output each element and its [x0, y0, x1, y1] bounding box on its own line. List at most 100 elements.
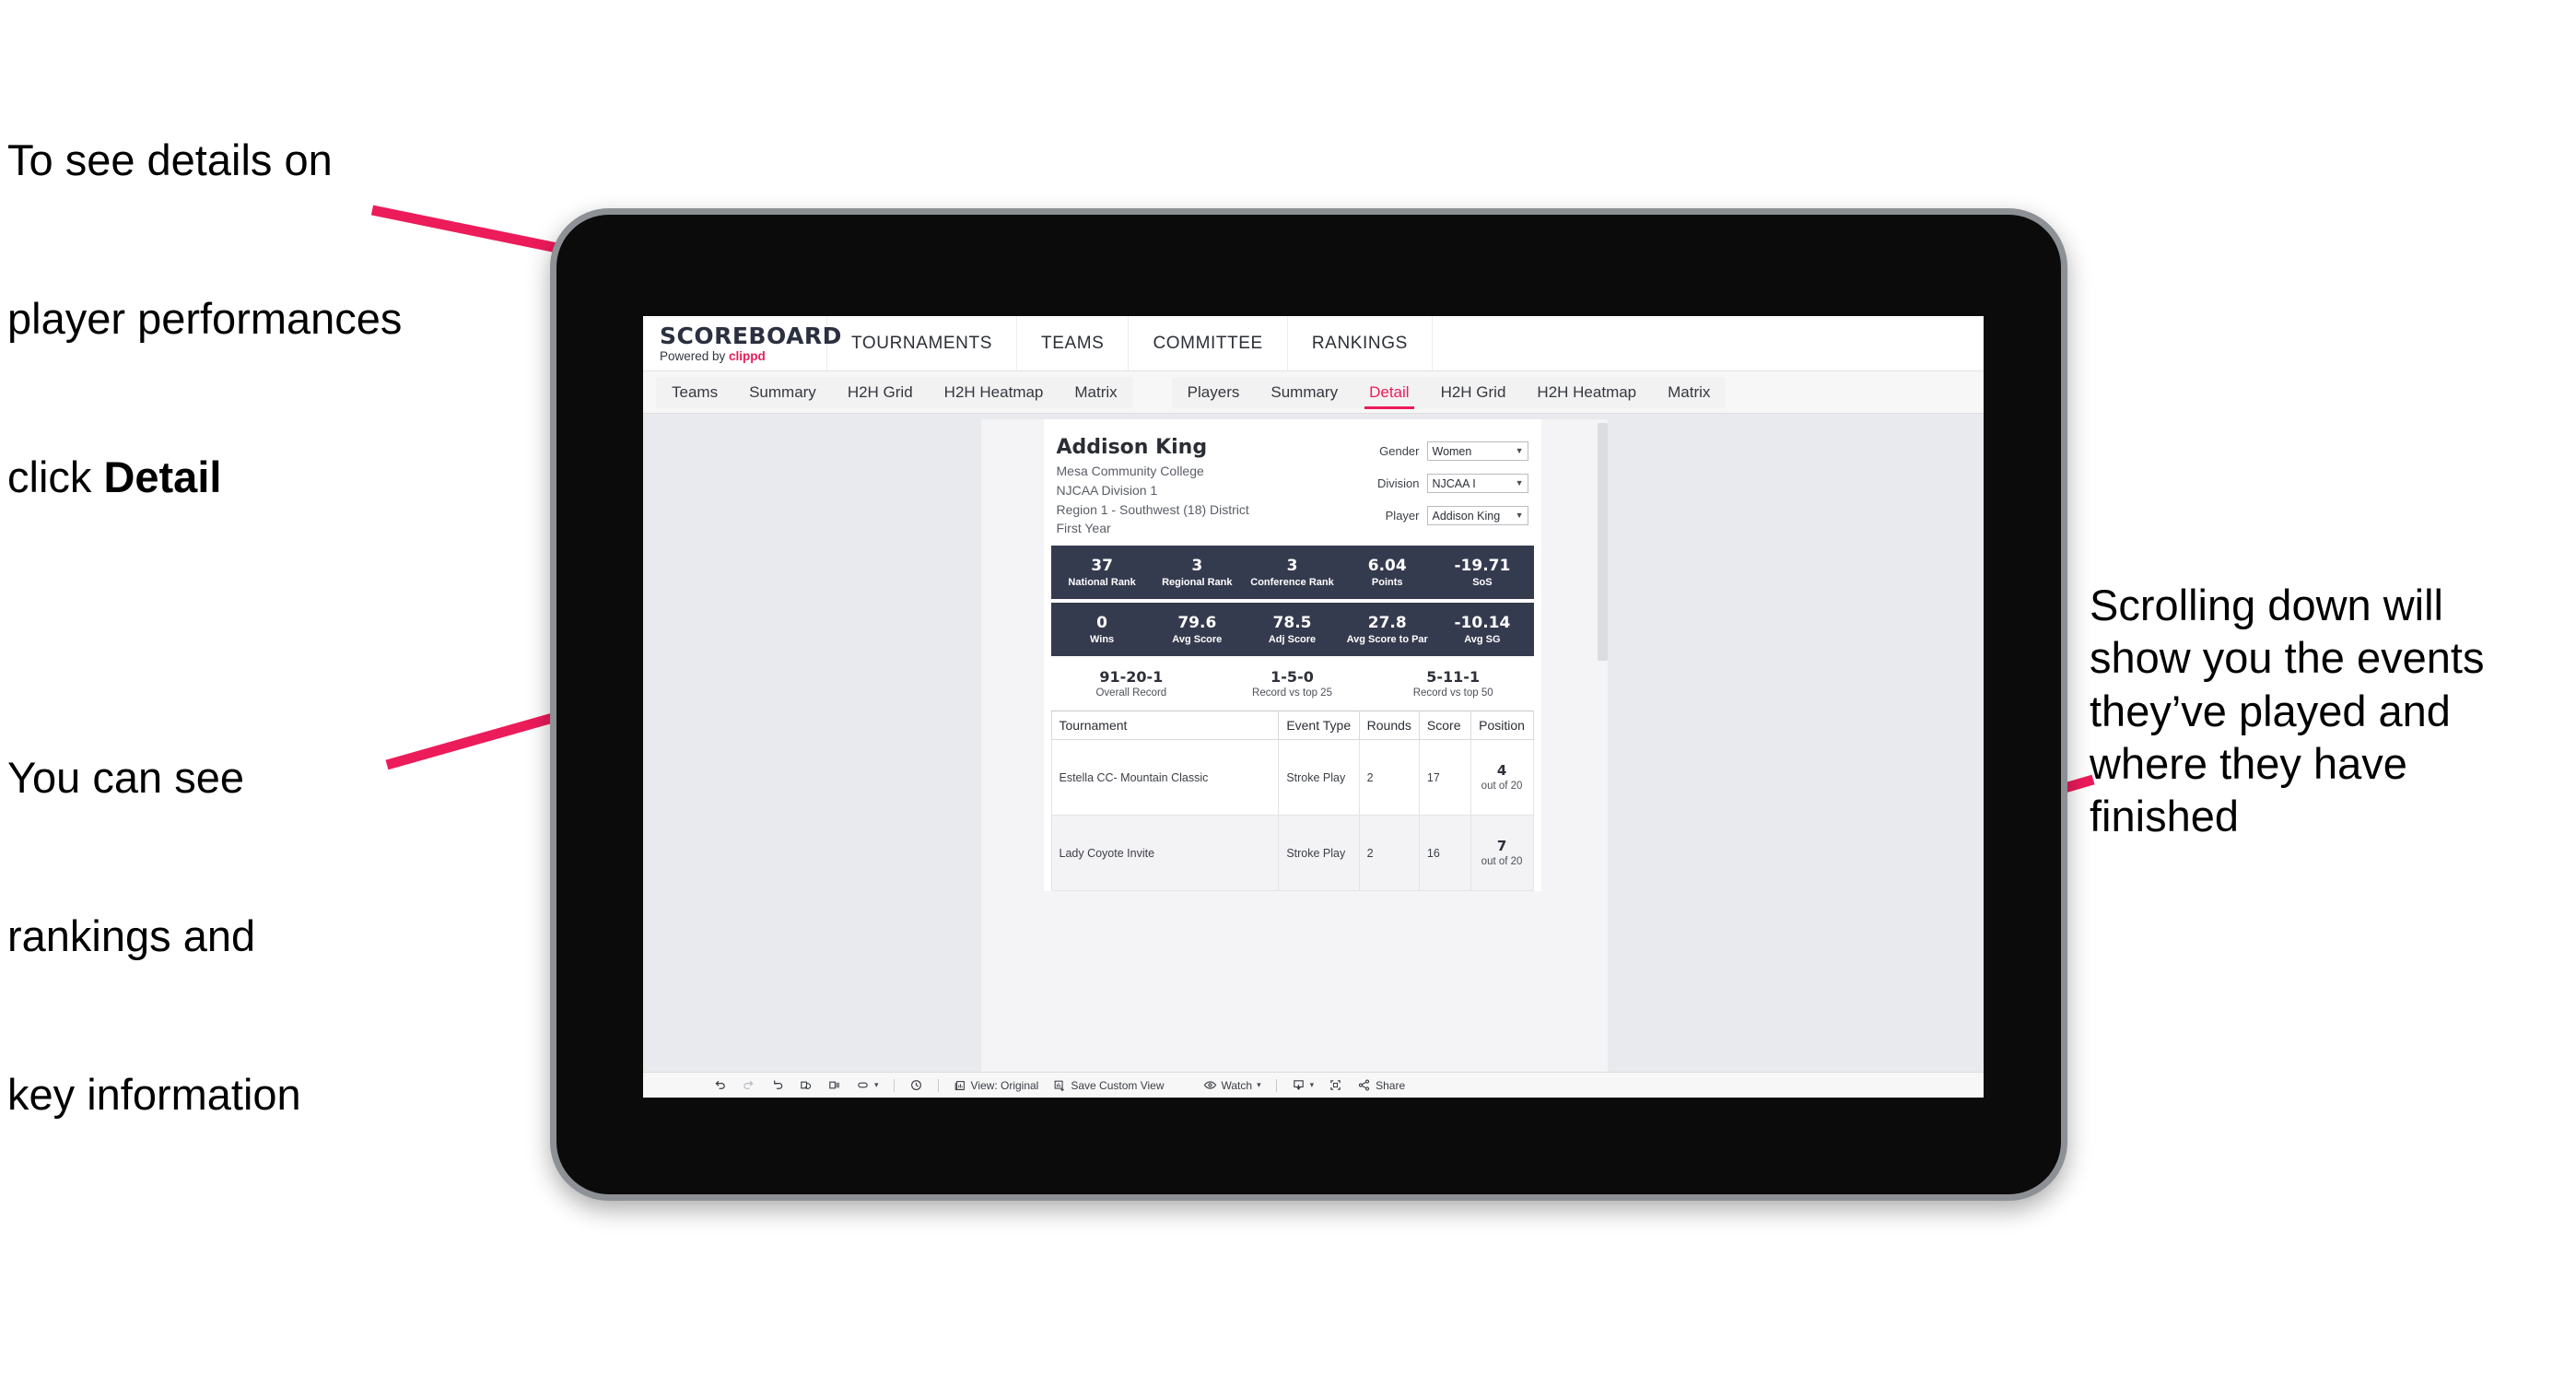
record-overall: 91-20-1 Overall Record — [1051, 668, 1212, 699]
cell-position: 7 out of 20 — [1469, 815, 1534, 892]
loop-dropdown-button[interactable]: ▾ — [849, 1075, 886, 1096]
brand-clippd: clippd — [729, 348, 766, 363]
column-header-rounds[interactable]: Rounds — [1358, 711, 1420, 741]
stat-sos-label: SoS — [1472, 576, 1493, 588]
stat-adj-score-value: 78.5 — [1272, 613, 1312, 632]
tab-players-summary[interactable]: Summary — [1255, 377, 1353, 408]
record-top50-label: Record vs top 50 — [1412, 687, 1493, 699]
tab-players-h2h-heatmap[interactable]: H2H Heatmap — [1521, 377, 1652, 408]
pause-button[interactable] — [820, 1075, 849, 1096]
table-row[interactable]: Estella CC- Mountain Classic Stroke Play… — [1050, 739, 1534, 816]
tab-teams-h2h-heatmap[interactable]: H2H Heatmap — [929, 377, 1060, 408]
chevron-down-icon: ▾ — [1257, 1080, 1261, 1089]
revert-icon — [770, 1078, 784, 1092]
nav-item-rankings[interactable]: RANKINGS — [1288, 316, 1433, 370]
viz-bottom-toolbar: ▾ View: Original Save Custom View Watch … — [643, 1072, 1984, 1098]
events-table: Tournament Event Type Rounds Score Posit… — [1050, 711, 1534, 892]
stat-avg-score-value: 79.6 — [1177, 613, 1217, 632]
stat-avg-score-to-par-label: Avg Score to Par — [1346, 633, 1428, 645]
save-custom-view-label: Save Custom View — [1071, 1078, 1165, 1092]
stat-avg-sg: -10.14 Avg SG — [1434, 614, 1529, 646]
cell-event-type: Stroke Play — [1278, 739, 1360, 816]
filter-division-value: NJCAA I — [1432, 476, 1476, 490]
app-logo[interactable]: SCOREBOARD Powered by clippd — [643, 316, 842, 370]
tab-players-h2h-grid[interactable]: H2H Grid — [1425, 377, 1522, 408]
player-year: First Year — [1056, 521, 1111, 536]
undo-button[interactable] — [706, 1075, 734, 1096]
stat-avg-sg-label: Avg SG — [1464, 633, 1501, 645]
filter-division: Division NJCAA I ▼ — [1353, 474, 1528, 493]
dashboard-pane: Addison King Mesa Community College NJCA… — [980, 419, 1608, 1098]
save-custom-view-button[interactable]: Save Custom View — [1046, 1075, 1171, 1096]
chevron-down-icon: ▼ — [1515, 446, 1524, 455]
cell-rounds: 2 — [1358, 739, 1420, 816]
nav-item-tournaments[interactable]: TOURNAMENTS — [827, 316, 1017, 370]
filter-player-select[interactable]: Addison King ▼ — [1426, 506, 1528, 525]
stat-conference-rank-label: Conference Rank — [1250, 576, 1334, 588]
chevron-down-icon: ▼ — [1515, 511, 1524, 520]
cell-event-type: Stroke Play — [1278, 815, 1360, 892]
filter-player-value: Addison King — [1432, 509, 1501, 523]
filter-division-select[interactable]: NJCAA I ▼ — [1426, 474, 1528, 493]
view-original-button[interactable]: View: Original — [946, 1075, 1047, 1096]
stat-avg-score-label: Avg Score — [1172, 633, 1223, 645]
filter-panel: Gender Women ▼ Division NJCAA I ▼ Player… — [1353, 436, 1528, 538]
filter-gender: Gender Women ▼ — [1353, 441, 1528, 461]
clock-icon — [909, 1078, 923, 1092]
stat-points-value: 6.04 — [1367, 556, 1407, 575]
column-header-tournament[interactable]: Tournament — [1050, 711, 1280, 741]
tab-players-matrix[interactable]: Matrix — [1652, 377, 1726, 408]
toolbar-divider — [1275, 1078, 1277, 1092]
cell-tournament: Lady Coyote Invite — [1050, 815, 1280, 892]
tab-teams-matrix[interactable]: Matrix — [1059, 377, 1132, 408]
stat-avg-score-to-par: 27.8 Avg Score to Par — [1340, 614, 1434, 646]
pause-auto-updates-button[interactable] — [902, 1075, 931, 1096]
filter-gender-value: Women — [1432, 444, 1472, 458]
tab-players[interactable]: Players — [1172, 377, 1256, 408]
player-region: Region 1 - Southwest (18) District — [1056, 501, 1249, 517]
cell-score: 17 — [1418, 739, 1471, 816]
tab-teams[interactable]: Teams — [656, 377, 733, 408]
fullscreen-button[interactable] — [1321, 1075, 1350, 1096]
stat-sos-value: -19.71 — [1454, 556, 1511, 575]
player-division: NJCAA Division 1 — [1056, 483, 1158, 499]
refresh-button[interactable] — [791, 1075, 820, 1096]
record-top25-value: 1-5-0 — [1270, 668, 1314, 687]
stats-band-rankings: 37 National Rank 3 Regional Rank 3 Confe… — [1050, 546, 1534, 600]
redo-button[interactable] — [734, 1075, 763, 1096]
download-button[interactable]: ▾ — [1284, 1075, 1322, 1096]
record-top50-value: 5-11-1 — [1426, 668, 1481, 687]
filter-player: Player Addison King ▼ — [1353, 506, 1528, 525]
annotation-bottom-left-line3: key information — [7, 1069, 301, 1119]
events-table-header-row: Tournament Event Type Rounds Score Posit… — [1050, 711, 1534, 741]
annotation-bottom-left-line2: rankings and — [7, 910, 256, 960]
tab-players-detail[interactable]: Detail — [1353, 377, 1424, 409]
revert-button[interactable] — [763, 1075, 791, 1096]
filter-gender-select[interactable]: Women ▼ — [1426, 441, 1528, 461]
nav-item-teams[interactable]: TEAMS — [1017, 316, 1130, 370]
save-view-icon — [1053, 1079, 1066, 1092]
watch-button[interactable]: Watch ▾ — [1196, 1075, 1269, 1096]
brand-title: SCOREBOARD — [660, 322, 842, 349]
column-header-event-type[interactable]: Event Type — [1278, 711, 1360, 741]
player-identity-text: Addison King Mesa Community College NJCA… — [1057, 436, 1353, 538]
tab-teams-h2h-grid[interactable]: H2H Grid — [832, 377, 929, 408]
column-header-position[interactable]: Position — [1469, 711, 1534, 741]
column-header-score[interactable]: Score — [1418, 711, 1471, 741]
teams-tab-group: Teams Summary H2H Grid H2H Heatmap Matri… — [656, 376, 1133, 408]
vertical-scrollbar[interactable] — [1597, 423, 1608, 661]
stat-national-rank-label: National Rank — [1068, 576, 1136, 588]
nav-item-committee[interactable]: COMMITTEE — [1129, 316, 1288, 370]
stats-band-scoring: 0 Wins 79.6 Avg Score 78.5 Adj Score 27.… — [1050, 603, 1534, 657]
stat-avg-score: 79.6 Avg Score — [1150, 614, 1245, 646]
redo-icon — [742, 1078, 755, 1092]
view-original-label: View: Original — [970, 1078, 1039, 1092]
records-row: 91-20-1 Overall Record 1-5-0 Record vs t… — [1051, 668, 1534, 699]
stat-conference-rank-value: 3 — [1286, 556, 1298, 575]
filter-gender-label: Gender — [1379, 444, 1420, 458]
cell-score: 16 — [1418, 815, 1471, 892]
tab-teams-summary[interactable]: Summary — [733, 377, 832, 408]
table-row[interactable]: Lady Coyote Invite Stroke Play 2 16 7 ou… — [1050, 815, 1534, 892]
share-button[interactable]: Share — [1350, 1075, 1412, 1096]
stat-adj-score-label: Adj Score — [1268, 633, 1317, 645]
